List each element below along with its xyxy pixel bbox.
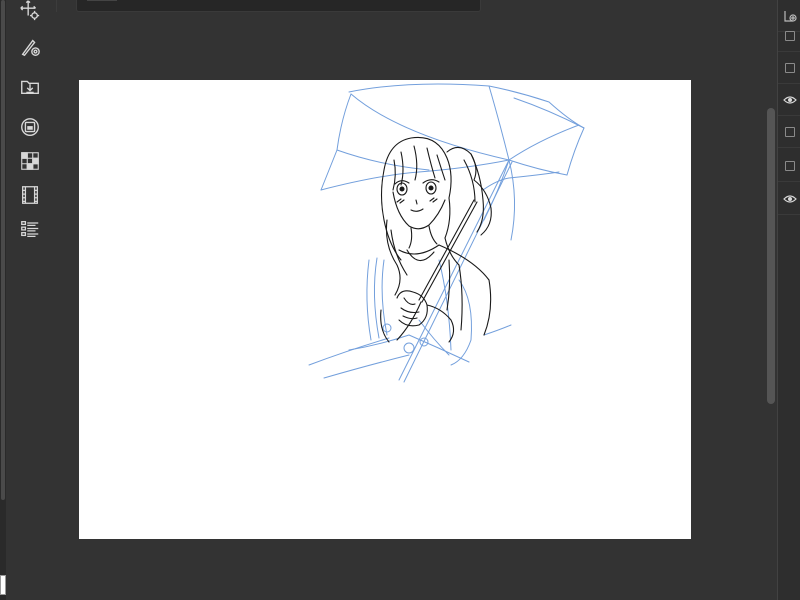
current-color-swatch[interactable] bbox=[0, 575, 6, 595]
visibility-checkbox[interactable] bbox=[784, 160, 795, 171]
panel-handle[interactable] bbox=[87, 0, 117, 1]
canvas-vertical-scrollbar[interactable] bbox=[764, 0, 776, 600]
layers-panel bbox=[777, 0, 800, 600]
left-scrollbar-thumb[interactable] bbox=[1, 0, 5, 500]
film-icon[interactable] bbox=[18, 183, 42, 207]
drawing-canvas[interactable] bbox=[79, 80, 691, 539]
visibility-checkbox[interactable] bbox=[784, 62, 795, 73]
eye-icon[interactable] bbox=[782, 95, 797, 105]
visibility-checkbox[interactable] bbox=[784, 126, 795, 137]
layer-row[interactable] bbox=[778, 52, 800, 84]
layer-row[interactable] bbox=[778, 116, 800, 148]
circle-square-icon[interactable] bbox=[18, 115, 42, 139]
list-icon[interactable] bbox=[18, 217, 42, 241]
collapsed-panel[interactable] bbox=[76, 0, 481, 12]
sketch-artwork bbox=[308, 83, 585, 383]
layer-row[interactable] bbox=[778, 183, 800, 215]
import-folder-icon[interactable] bbox=[18, 74, 42, 98]
left-scrollbar[interactable] bbox=[0, 0, 6, 600]
brush-target-icon[interactable] bbox=[18, 35, 42, 59]
grid-icon[interactable] bbox=[18, 149, 42, 173]
left-toolbar bbox=[0, 0, 57, 600]
move-gear-icon[interactable] bbox=[18, 0, 42, 22]
eye-icon[interactable] bbox=[782, 194, 797, 204]
layer-row[interactable] bbox=[778, 84, 800, 116]
layer-row[interactable] bbox=[778, 20, 800, 52]
layer-row[interactable] bbox=[778, 150, 800, 182]
canvas-vertical-scrollbar-thumb[interactable] bbox=[767, 108, 775, 404]
visibility-checkbox[interactable] bbox=[784, 30, 795, 41]
